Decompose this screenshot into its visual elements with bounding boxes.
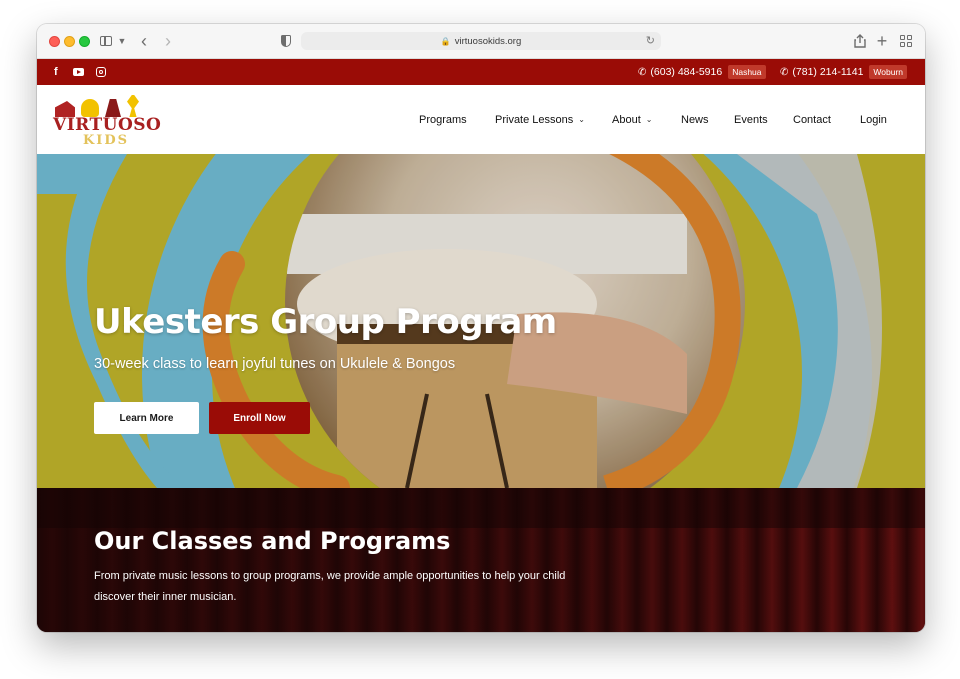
back-icon[interactable]: ‹ [137,31,151,51]
phone-icon: ✆ [780,66,789,78]
location-badge: Nashua [728,65,766,79]
logo-subtext: KIDS [83,133,130,148]
instagram-icon[interactable] [96,59,106,85]
contact-bar: f ✆ (603) 484-5916 Nashua ✆ (781) 214-11… [37,59,925,85]
location-badge: Woburn [869,65,908,79]
reload-icon[interactable]: ↻ [646,34,655,47]
share-icon[interactable] [853,31,867,51]
url-text: virtuosokids.org [454,35,522,47]
nav-news[interactable]: News [681,85,709,154]
nav-about[interactable]: About ⌄ [612,85,652,154]
phone-woburn[interactable]: ✆ (781) 214-1141 Woburn [780,59,908,85]
phone-number: (603) 484-5916 [650,66,723,78]
browser-window: ▼ ‹ › 🔒 virtuosokids.org ↻ + f ✆ (603) 4… [37,24,925,632]
nav-contact[interactable]: Contact [793,85,831,154]
site-header: VIRTUOSO KIDS Programs Private Lessons ⌄ … [37,85,925,154]
new-tab-icon[interactable]: + [875,31,889,51]
phone-nashua[interactable]: ✆ (603) 484-5916 Nashua [638,59,766,85]
hero-banner: Ukesters Group Program 30-week class to … [37,154,925,488]
phone-icon: ✆ [638,66,647,78]
curtain-background [37,488,925,632]
nav-label: About [612,113,641,126]
chevron-down-icon: ⌄ [645,115,653,124]
logo-figures [55,95,139,117]
hero-subtitle: 30-week class to learn joyful tunes on U… [94,356,456,372]
nav-events[interactable]: Events [734,85,768,154]
youtube-icon[interactable] [73,59,84,85]
nav-login[interactable]: Login [860,85,887,154]
minimize-window-button[interactable] [64,36,75,47]
nav-label: Contact [793,113,831,126]
section-title: Our Classes and Programs [94,527,451,555]
section-description: From private music lessons to group prog… [94,570,566,603]
logo-wordmark: VIRTUOSO [53,115,162,135]
nav-label: Programs [419,113,467,126]
learn-more-button[interactable]: Learn More [94,402,199,434]
chevron-down-icon: ⌄ [578,115,585,124]
nav-label: Login [860,113,887,126]
facebook-icon[interactable]: f [54,59,58,85]
sidebar-toggle-icon[interactable] [99,31,113,51]
close-window-button[interactable] [49,36,60,47]
nav-programs[interactable]: Programs [419,85,467,154]
hero-title: Ukesters Group Program [94,302,557,342]
zoom-window-button[interactable] [79,36,90,47]
enroll-now-button[interactable]: Enroll Now [209,402,310,434]
address-bar[interactable]: 🔒 virtuosokids.org ↻ [301,32,661,50]
forward-icon[interactable]: › [161,31,175,51]
chevron-down-icon[interactable]: ▼ [118,31,127,51]
nav-label: News [681,113,709,126]
privacy-shield-icon[interactable] [279,31,293,51]
classes-section: Our Classes and Programs From private mu… [37,488,925,632]
lock-icon: 🔒 [440,36,451,46]
tab-overview-icon[interactable] [899,31,913,51]
site-logo[interactable]: VIRTUOSO KIDS [53,93,163,148]
nav-label: Events [734,113,768,126]
browser-toolbar: ▼ ‹ › 🔒 virtuosokids.org ↻ + [37,24,925,59]
nav-private-lessons[interactable]: Private Lessons ⌄ [495,85,585,154]
dancer-icon [127,95,139,117]
nav-label: Private Lessons [495,113,574,126]
phone-number: (781) 214-1141 [792,66,864,78]
